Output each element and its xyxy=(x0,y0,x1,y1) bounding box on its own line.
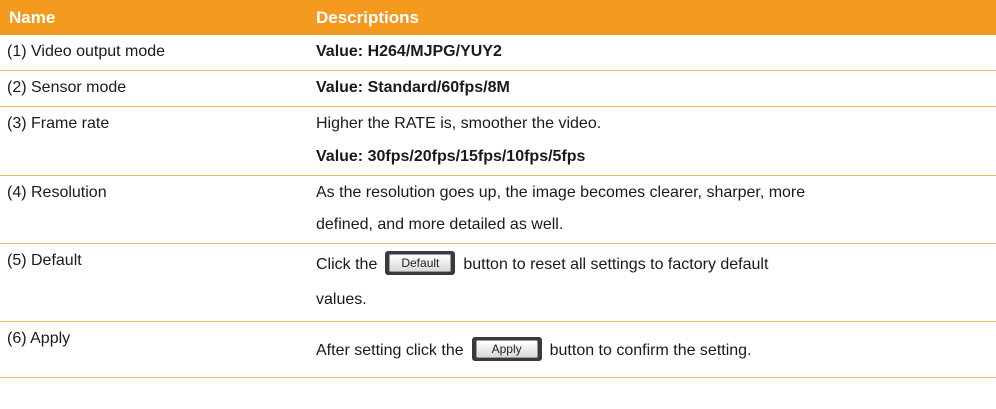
row-description: As the resolution goes up, the image bec… xyxy=(316,184,806,201)
table-row: (4) Resolution As the resolution goes up… xyxy=(0,176,996,243)
table-row: (2) Sensor mode Value: Standard/60fps/8M xyxy=(0,71,996,106)
desc-post-text: button to confirm the setting. xyxy=(549,342,752,360)
column-header-descriptions: Descriptions xyxy=(316,8,419,27)
table-header: Name Descriptions xyxy=(0,0,996,35)
desc-pre-text: After setting click the xyxy=(316,342,464,360)
row-value: Value: H264/MJPG/YUY2 xyxy=(316,43,502,60)
table-row: (5) Default Click the Default button to re… xyxy=(0,244,996,321)
table-row: (3) Frame rate Higher the RATE is, smoot… xyxy=(0,107,996,175)
apply-button-label: Apply xyxy=(475,340,538,358)
row-description-continued: defined, and more detailed as well. xyxy=(316,216,564,233)
row-name: (2) Sensor mode xyxy=(7,79,127,96)
desc-post-text: button to reset all settings to factory … xyxy=(463,256,769,274)
default-button-label: Default xyxy=(389,254,452,272)
row-name: (6) Apply xyxy=(7,330,71,347)
row-description: After setting click the Apply button to co… xyxy=(316,337,988,363)
settings-table: Name Descriptions (1) Video output mode … xyxy=(0,0,996,409)
row-description: Click the Default button to reset all sett… xyxy=(316,251,988,277)
row-name: (5) Default xyxy=(7,252,82,269)
row-divider xyxy=(0,377,996,378)
column-header-name: Name xyxy=(9,8,56,27)
row-description-continued: values. xyxy=(316,291,367,308)
row-description: Higher the RATE is, smoother the video. xyxy=(316,115,602,132)
table-row: (1) Video output mode Value: H264/MJPG/Y… xyxy=(0,35,996,70)
row-name: (3) Frame rate xyxy=(7,115,110,132)
apply-button[interactable]: Apply xyxy=(471,337,542,361)
default-button[interactable]: Default xyxy=(385,251,456,275)
row-value: Value: Standard/60fps/8M xyxy=(316,79,510,96)
row-name: (1) Video output mode xyxy=(7,43,166,60)
row-name: (4) Resolution xyxy=(7,184,107,201)
table-row: (6) Apply After setting click the Apply bu… xyxy=(0,322,996,377)
row-value: Value: 30fps/20fps/15fps/10fps/5fps xyxy=(316,148,586,165)
desc-pre-text: Click the xyxy=(316,256,378,274)
